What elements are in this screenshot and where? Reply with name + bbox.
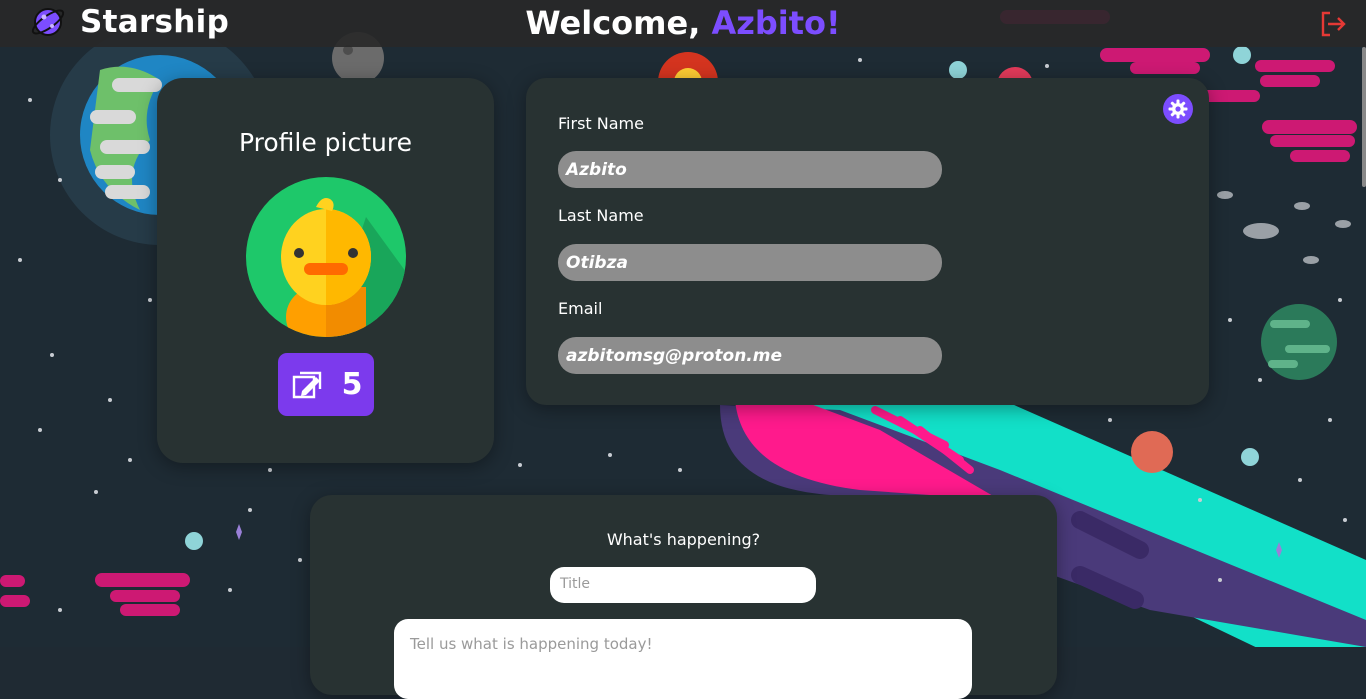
profile-picture-title: Profile picture	[239, 128, 412, 157]
posts-count-badge[interactable]: 5	[278, 353, 374, 416]
new-post-card: What's happening? Title Tell us what is …	[310, 495, 1057, 699]
post-prompt: What's happening?	[606, 530, 761, 549]
first-name-field[interactable]: Azbito	[558, 151, 942, 188]
logout-button[interactable]	[1318, 9, 1348, 39]
settings-button[interactable]	[1163, 94, 1193, 124]
user-info-card: First Name Azbito Last Name Otibza Email…	[526, 78, 1209, 405]
paper-edit-icon	[292, 371, 321, 398]
top-navigation-bar: Starship Welcome, Azbito!	[0, 0, 1366, 47]
posts-count: 5	[341, 367, 363, 402]
profile-card: Profile picture 5	[157, 78, 494, 463]
page-scrollbar[interactable]	[1362, 47, 1366, 187]
email-field[interactable]: azbitomsg@proton.me	[558, 337, 942, 374]
welcome-prefix: Welcome,	[525, 4, 712, 42]
post-title-input[interactable]: Title	[550, 567, 816, 603]
gear-icon	[1168, 99, 1188, 119]
welcome-heading: Welcome, Azbito!	[0, 4, 1366, 42]
last-name-label: Last Name	[558, 206, 644, 225]
username: Azbito!	[711, 4, 841, 42]
logout-icon	[1321, 11, 1346, 37]
first-name-label: First Name	[558, 114, 644, 133]
post-body-input[interactable]: Tell us what is happening today!	[394, 619, 972, 699]
email-label: Email	[558, 299, 603, 318]
last-name-field[interactable]: Otibza	[558, 244, 942, 281]
duck-avatar-icon[interactable]	[246, 177, 406, 337]
